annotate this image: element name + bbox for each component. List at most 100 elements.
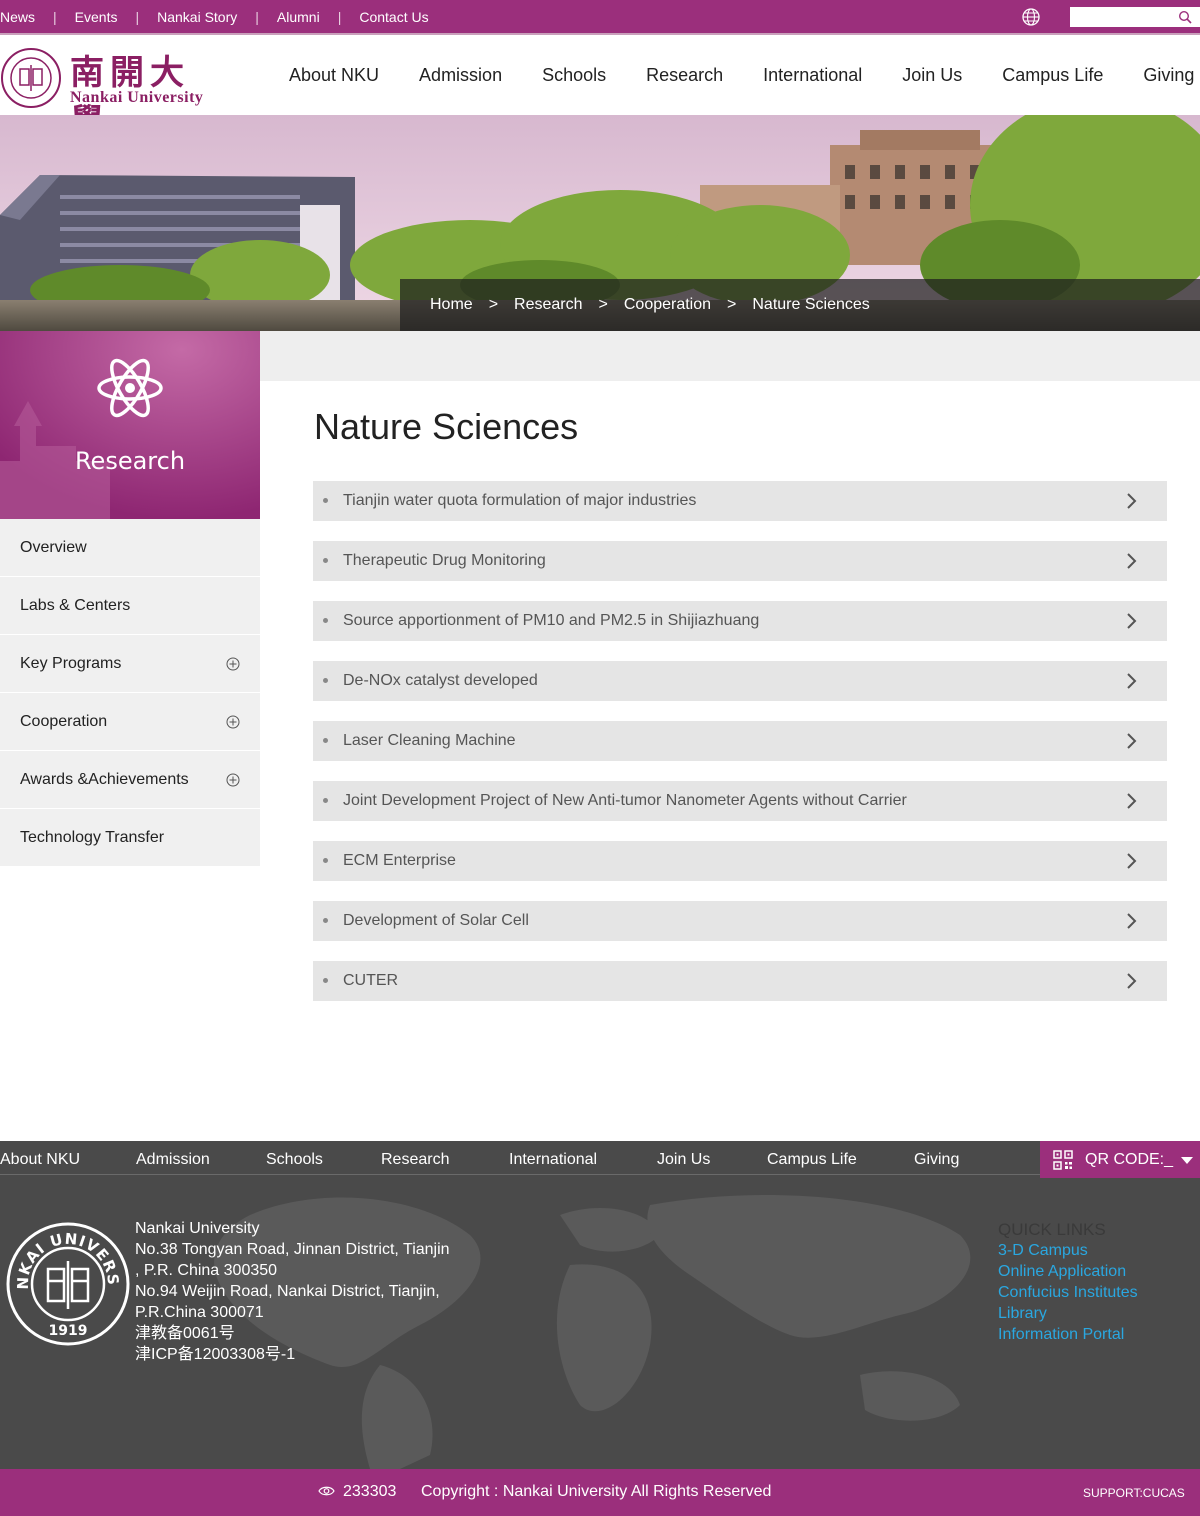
bullet-icon [323,918,328,923]
nav-international[interactable]: International [763,65,862,86]
university-seal-icon [1,48,61,108]
address-line: , P.R. China 300350 [135,1262,278,1279]
list-item-title[interactable]: Tianjin water quota formulation of major… [343,492,696,510]
chevron-right-icon[interactable] [1126,613,1138,629]
utility-links: News | Events | Nankai Story | Alumni | … [0,0,429,33]
list-item-title[interactable]: ECM Enterprise [343,852,456,870]
list-item[interactable]: Laser Cleaning Machine [313,721,1167,761]
list-item-title[interactable]: Laser Cleaning Machine [343,732,516,750]
utility-link-alumni[interactable]: Alumni [277,9,320,25]
globe-icon[interactable] [1021,7,1041,27]
list-item[interactable]: CUTER [313,961,1167,1001]
utility-link-contact-us[interactable]: Contact Us [359,9,428,25]
chevron-right-icon[interactable] [1126,733,1138,749]
footer-nav-schools[interactable]: Schools [266,1151,323,1169]
breadcrumb-separator: > [598,296,608,313]
list-item-title[interactable]: CUTER [343,972,398,990]
university-logo[interactable]: 南開大學 Nankai University [0,45,215,142]
footer-nav-about-nku[interactable]: About NKU [0,1151,80,1169]
sidebar-item-label: Technology Transfer [20,828,165,846]
sidebar-item-technology-transfer[interactable]: Technology Transfer [0,809,260,867]
sidebar-item-labs-centers[interactable]: Labs & Centers [0,577,260,635]
separator: | [135,8,140,25]
footer-nav-research[interactable]: Research [381,1151,449,1169]
quick-links: QUICK LINKS 3-D Campus Online Applicatio… [998,1219,1138,1345]
sidebar-item-awards-achievements[interactable]: Awards &Achievements [0,751,260,809]
eye-icon [318,1486,335,1496]
footer-nav-giving[interactable]: Giving [914,1151,959,1169]
quick-link-online-application[interactable]: Online Application [998,1261,1138,1282]
chevron-right-icon[interactable] [1126,793,1138,809]
list-item[interactable]: Tianjin water quota formulation of major… [313,481,1167,521]
expand-plus-icon[interactable] [226,773,240,787]
university-seal-icon: NANKAI UNIVERSITY 1919 [5,1221,130,1346]
list-item-title[interactable]: Joint Development Project of New Anti-tu… [343,792,907,810]
expand-plus-icon[interactable] [226,657,240,671]
separator: | [53,8,57,25]
nav-about-nku[interactable]: About NKU [289,65,379,86]
footer-address: Nankai University No.38 Tongyan Road, Ji… [135,1218,465,1365]
sidebar-item-overview[interactable]: Overview [0,519,260,577]
sidebar-item-key-programs[interactable]: Key Programs [0,635,260,693]
nav-admission[interactable]: Admission [419,65,502,86]
atom-icon [97,358,163,418]
list-item-title[interactable]: Therapeutic Drug Monitoring [343,552,546,570]
footer-nav-admission[interactable]: Admission [136,1151,210,1169]
list-item[interactable]: Therapeutic Drug Monitoring [313,541,1167,581]
address-line: 津ICP备12003308号-1 [135,1346,296,1363]
list-item[interactable]: ECM Enterprise [313,841,1167,881]
list-item[interactable]: Joint Development Project of New Anti-tu… [313,781,1167,821]
address-line: Nankai University [135,1220,260,1237]
list-item[interactable]: Development of Solar Cell [313,901,1167,941]
chevron-right-icon[interactable] [1126,673,1138,689]
list-item-title[interactable]: Development of Solar Cell [343,912,529,930]
chevron-right-icon[interactable] [1126,913,1138,929]
list-item[interactable]: Source apportionment of PM10 and PM2.5 i… [313,601,1167,641]
chevron-right-icon[interactable] [1126,493,1138,509]
chevron-right-icon[interactable] [1126,553,1138,569]
utility-link-events[interactable]: Events [75,9,118,25]
address-line: 津教备0061号 [135,1325,235,1342]
copyright-text: Copyright : Nankai University All Rights… [421,1483,772,1500]
caret-down-icon [1181,1157,1193,1164]
footer-nav-join-us[interactable]: Join Us [657,1151,710,1169]
support-link[interactable]: SUPPORT:CUCAS [1083,1486,1185,1500]
bullet-icon [323,858,328,863]
chevron-right-icon[interactable] [1126,853,1138,869]
quick-link-information-portal[interactable]: Information Portal [998,1324,1138,1345]
qr-code-dropdown[interactable]: QR CODE:_ [1040,1141,1200,1178]
site-header: 南開大學 Nankai University About NKU Admissi… [0,35,1200,142]
sidebar-item-label: Awards &Achievements [20,770,189,788]
footer-nav-campus-life[interactable]: Campus Life [767,1151,857,1169]
nav-schools[interactable]: Schools [542,65,606,86]
article-list: Tianjin water quota formulation of major… [313,481,1167,1021]
list-item-title[interactable]: Source apportionment of PM10 and PM2.5 i… [343,612,759,630]
utility-link-news[interactable]: News [0,9,35,25]
nav-campus-life[interactable]: Campus Life [1002,65,1103,86]
sidebar-item-cooperation[interactable]: Cooperation [0,693,260,751]
nav-giving[interactable]: Giving [1143,65,1194,86]
footer-nav-international[interactable]: International [509,1151,597,1169]
chevron-right-icon[interactable] [1126,973,1138,989]
search-icon[interactable] [1178,10,1192,24]
breadcrumb-cooperation[interactable]: Cooperation [624,296,711,314]
list-item-title[interactable]: De-NOx catalyst developed [343,672,538,690]
sidebar-item-label: Labs & Centers [20,596,131,614]
nav-research[interactable]: Research [646,65,723,86]
bullet-icon [323,978,328,983]
breadcrumb-home[interactable]: Home [430,296,473,314]
breadcrumb-research[interactable]: Research [514,296,582,314]
quick-link-library[interactable]: Library [998,1303,1138,1324]
nav-join-us[interactable]: Join Us [902,65,962,86]
campus-banner: Home > Research > Cooperation > Nature S… [0,115,1200,331]
search-input[interactable] [1070,7,1170,27]
list-item[interactable]: De-NOx catalyst developed [313,661,1167,701]
seal-year: 1919 [49,1323,88,1339]
utility-link-nankai-story[interactable]: Nankai Story [157,9,237,25]
quick-link-3d-campus[interactable]: 3-D Campus [998,1240,1138,1261]
expand-plus-icon[interactable] [226,715,240,729]
address-line: P.R.China 300071 [135,1304,264,1321]
quick-link-confucius-institutes[interactable]: Confucius Institutes [998,1282,1138,1303]
top-utility-bar: News | Events | Nankai Story | Alumni | … [0,0,1200,35]
sidebar-item-label: Key Programs [20,654,122,672]
